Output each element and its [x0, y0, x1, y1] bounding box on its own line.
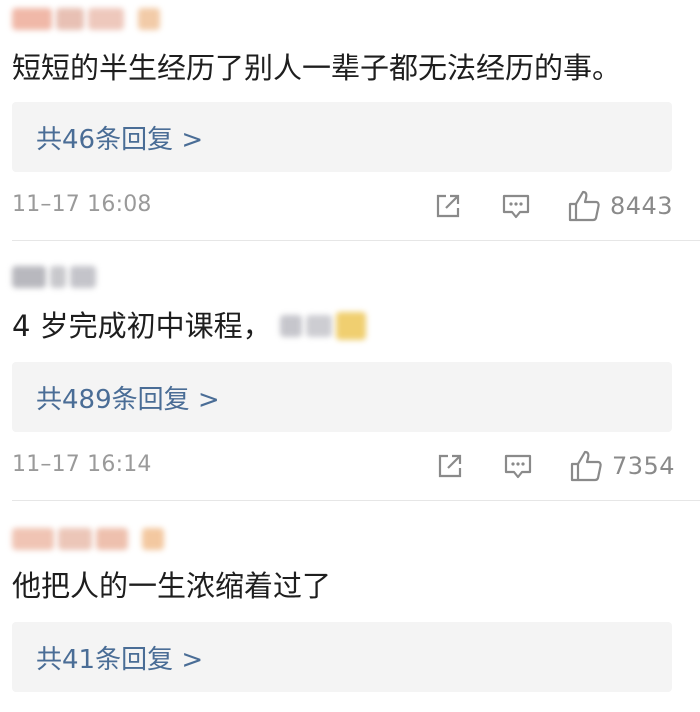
comment-meta: 11–17 16:08 8443	[0, 186, 700, 226]
thumbs-up-icon	[570, 450, 602, 482]
timestamp: 11–17 16:14	[12, 452, 152, 477]
like-count: 7354	[612, 452, 676, 480]
comment-icon[interactable]	[500, 190, 532, 222]
mention-blurred[interactable]	[279, 312, 366, 340]
view-replies-button[interactable]: 共46条回复 >	[12, 102, 672, 172]
thumbs-up-icon	[568, 190, 600, 222]
share-icon[interactable]	[432, 190, 464, 222]
divider	[12, 240, 700, 241]
username-blurred[interactable]	[12, 524, 164, 554]
comment-text-content: 4 岁完成初中课程，	[12, 309, 272, 343]
comment-text: 短短的半生经历了别人一辈子都无法经历的事。	[12, 51, 622, 85]
like-button[interactable]: 7354	[568, 448, 675, 484]
share-icon[interactable]	[434, 450, 466, 482]
comment-text: 他把人的一生浓缩着过了	[12, 569, 332, 603]
like-count: 8443	[610, 192, 674, 220]
timestamp: 11–17 16:08	[12, 192, 152, 217]
comment-meta: 11–17 16:14 7354	[0, 446, 700, 486]
username-blurred[interactable]	[12, 262, 96, 292]
view-replies-button[interactable]: 共41条回复 >	[12, 622, 672, 692]
divider	[12, 500, 700, 501]
view-replies-button[interactable]: 共489条回复 >	[12, 362, 672, 432]
comment-icon[interactable]	[502, 450, 534, 482]
comment-text: 4 岁完成初中课程，	[12, 306, 366, 346]
like-button[interactable]: 8443	[566, 188, 673, 224]
username-blurred[interactable]	[12, 4, 160, 34]
